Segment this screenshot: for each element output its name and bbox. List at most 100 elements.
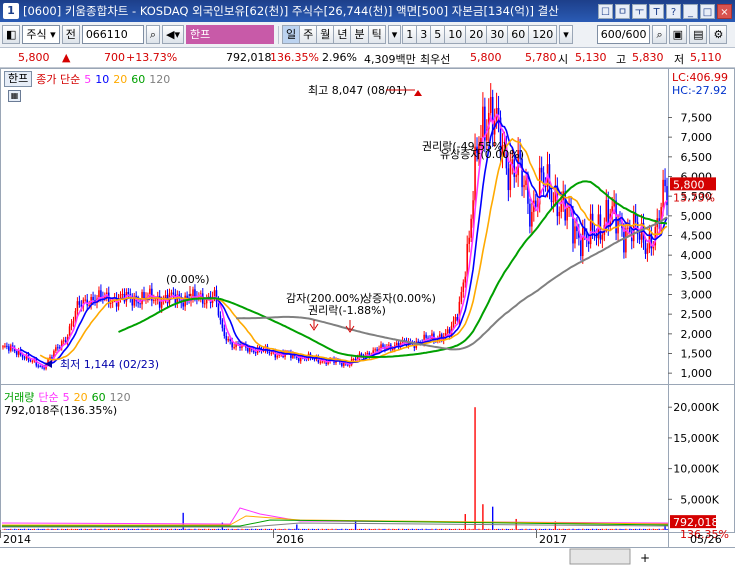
period-month-button[interactable]: 월 — [316, 25, 335, 44]
chart-toolbar: ◧ 주식 ▾ 전 066110 ⌕ ◀▾ 한프 일 주 월 년 분 틱 ▾ 1 … — [0, 22, 735, 48]
candle-body — [472, 200, 474, 219]
candle-body — [531, 211, 533, 227]
candle-body — [507, 168, 510, 191]
minimize-icon[interactable]: _ — [683, 3, 698, 19]
candle-body — [534, 200, 537, 208]
lock-icon[interactable]: ▣ — [668, 25, 688, 44]
event-arrow-1 — [309, 320, 319, 331]
candle-body — [446, 329, 449, 333]
candle-body — [452, 320, 455, 326]
type-select-value: 주식 — [26, 28, 47, 41]
candle-body — [21, 355, 24, 358]
high-price: 5,830 — [632, 51, 664, 64]
interval-20-button[interactable]: 20 — [465, 25, 488, 44]
interval-5-button[interactable]: 5 — [430, 25, 446, 44]
price-tick-label: 3,000 — [681, 289, 713, 302]
period-minute-button[interactable]: 분 — [350, 25, 369, 44]
close-icon[interactable]: × — [717, 3, 732, 19]
candle-body — [662, 179, 664, 208]
candle-body — [76, 301, 79, 311]
bid-price: 5,780 — [525, 51, 557, 64]
rights-annotation: 권리락(-1.88%) — [308, 304, 386, 317]
period-week-button[interactable]: 주 — [299, 25, 318, 44]
interval-10-button[interactable]: 10 — [444, 25, 467, 44]
period-day-button[interactable]: 일 — [281, 25, 301, 44]
up-arrow-icon: ▲ — [62, 51, 71, 64]
period-tick-button[interactable]: 틱 — [367, 25, 386, 44]
turnover-rate: 2.96% — [322, 51, 357, 64]
candle-body — [638, 234, 641, 240]
candle-body — [182, 302, 184, 307]
low-label: 저 — [674, 53, 685, 66]
candle-body — [540, 167, 543, 173]
quote-bar: 5,800 ▲ 700 +13.73% 792,018 136.35% 2.96… — [0, 48, 735, 68]
candle-body — [219, 315, 222, 321]
type-select[interactable]: 주식 ▾ — [22, 25, 60, 44]
sound-icon[interactable]: ◀▾ — [161, 25, 184, 44]
frame-icon[interactable]: ㅁ — [615, 3, 630, 19]
layout-icon[interactable]: ☐ — [598, 3, 613, 19]
candle-body — [321, 361, 324, 363]
candle-body — [515, 175, 517, 177]
low-annotation: 최저 1,144 (02/23) — [60, 358, 159, 371]
volume-tick-label: 20,000K — [673, 401, 719, 414]
interval-30-button[interactable]: 30 — [486, 25, 509, 44]
trade-amount: 4,309백만 — [364, 53, 416, 66]
chart-area[interactable]: 한프 종가 단순 5 10 20 60 120 ▦ 최고 8,047 (08/0… — [0, 68, 735, 569]
candle-body — [72, 321, 75, 324]
candle-body — [529, 203, 531, 227]
settings-icon[interactable]: ⚙ — [709, 25, 728, 44]
candle-body — [121, 293, 124, 295]
candle-body — [558, 211, 561, 217]
candle-body — [454, 316, 457, 321]
candle-body — [374, 349, 376, 351]
price-tick-label: 4,000 — [681, 249, 713, 262]
search-icon[interactable]: ⌕ — [145, 25, 160, 44]
jeon-button[interactable]: 전 — [61, 25, 80, 44]
price-tick-label: 5,000 — [681, 210, 713, 223]
price-volume-chart[interactable]: 최고 8,047 (08/01)최저 1,144 (02/23)(0.00%)감… — [0, 68, 735, 569]
scroll-thumb — [569, 548, 631, 565]
candle-body — [601, 234, 604, 240]
interval-3-button[interactable]: 3 — [416, 25, 432, 44]
period-year-button[interactable]: 년 — [333, 25, 352, 44]
title-icon-group: ☐ ㅁ ㅜ T ? _ □ × — [598, 3, 732, 19]
candle-body — [460, 292, 463, 302]
x-tick-label: 2014 — [3, 533, 31, 546]
data-count-input[interactable]: 600/600 — [596, 25, 651, 44]
interval-1-button[interactable]: 1 — [402, 25, 418, 44]
panel-toggle-button[interactable]: ◧ — [2, 25, 21, 44]
zoom-in-icon: + — [640, 551, 650, 565]
stock-code-input[interactable]: 066110 — [81, 25, 144, 44]
price-candles — [2, 83, 668, 371]
help-icon[interactable]: ? — [666, 3, 681, 19]
price-tick-label: 1,000 — [681, 367, 713, 380]
interval-120-button[interactable]: 120 — [528, 25, 558, 44]
dropdown-icon[interactable]: ▾ — [387, 25, 402, 44]
candle-body — [37, 365, 40, 367]
open-label: 시 — [558, 53, 569, 66]
hc-label: HC:-27.92 — [672, 84, 727, 97]
candle-body — [254, 352, 257, 354]
price-tick-label: 1,500 — [681, 348, 713, 361]
stock-name-field[interactable]: 한프 — [185, 25, 274, 44]
window-title: [0600] 키움종합차트 - KOSDAQ 외국인보유[62(천)] 주식수[… — [23, 4, 559, 18]
candle-body — [233, 347, 235, 349]
maximize-icon[interactable]: □ — [700, 3, 715, 19]
ask-price: 5,800 — [470, 51, 502, 64]
candle-body — [227, 339, 230, 341]
pin-icon[interactable]: ㅜ — [632, 3, 647, 19]
candle-body — [51, 357, 53, 359]
interval-60-button[interactable]: 60 — [507, 25, 530, 44]
candle-body — [223, 328, 226, 337]
price-change-pct: +13.73% — [126, 51, 178, 64]
font-icon[interactable]: T — [649, 3, 664, 19]
candle-body — [23, 357, 26, 359]
interval-dropdown-icon[interactable]: ▾ — [559, 25, 573, 44]
candle-body — [62, 340, 65, 342]
search-chart-icon[interactable]: ⌕ — [652, 25, 667, 44]
candle-body — [509, 164, 512, 191]
save-icon[interactable]: ▤ — [689, 25, 708, 44]
candle-body — [425, 334, 427, 338]
candle-body — [589, 213, 592, 245]
